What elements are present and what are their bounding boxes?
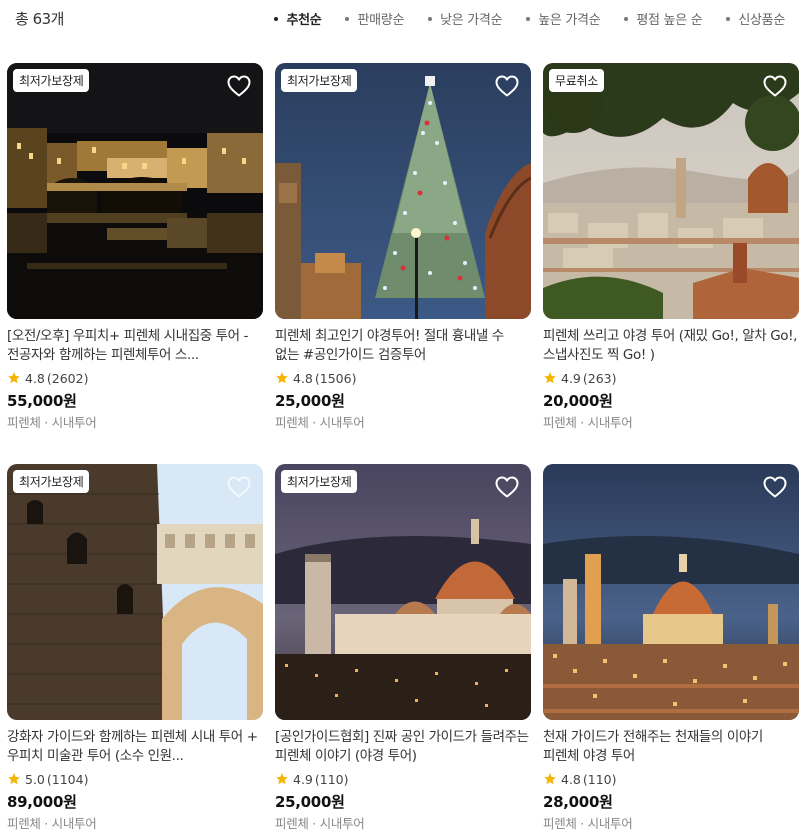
rating-value: 4.8: [25, 370, 45, 386]
review-count: (110): [582, 771, 617, 787]
results-toolbar: 총 63개 추천순 판매량순 낮은 가격순 높은 가격순 평점 높은 순 신상품…: [0, 0, 805, 38]
rating-value: 4.8: [293, 370, 313, 386]
product-location: 피렌체 · 시내투어: [7, 816, 97, 831]
product-card[interactable]: 최저가보장제 [오전/오후] 우피치+ 피렌체 시내집중 투어 -전공자와 함께…: [7, 63, 263, 431]
product-location: 피렌체 · 시내투어: [7, 415, 97, 430]
heart-icon[interactable]: [227, 75, 251, 97]
product-price: 20,000원: [543, 392, 613, 410]
duomo-dusk-image: [275, 464, 531, 720]
bullet-icon: [274, 16, 279, 21]
product-title[interactable]: 천재 가이드가 전해주는 천재들의 이야기 피렌체 야경 투어: [543, 728, 799, 766]
review-count: (263): [582, 370, 617, 386]
review-count: (1104): [46, 771, 89, 787]
product-rating: 5.0 (1104): [7, 770, 263, 788]
product-title[interactable]: 피렌체 쓰리고 야경 투어 (재밌 Go!, 알차 Go!, 스냅사진도 찍 G…: [543, 327, 799, 365]
heart-icon[interactable]: [227, 476, 251, 498]
bullet-icon: [726, 16, 731, 21]
bullet-icon: [624, 16, 629, 21]
product-rating: 4.9 (110): [275, 770, 531, 788]
heart-icon[interactable]: [495, 75, 519, 97]
product-price: 89,000원: [7, 793, 77, 811]
sort-rating[interactable]: 평점 높은 순: [624, 9, 703, 28]
christmas-tree-duomo-image: [275, 63, 531, 319]
heart-icon[interactable]: [763, 476, 787, 498]
badge-lowest-price: 최저가보장제: [13, 69, 90, 92]
product-card[interactable]: 최저가보장제 [공인가이드협회] 진짜 공인 가이드가 들려주는 피렌체 이야기…: [275, 464, 531, 831]
product-card[interactable]: 최저가보장제 강화자 가이드와 함께하는 피렌체 시내 투어 + 우피치 미술관…: [7, 464, 263, 831]
bullet-icon: [345, 16, 350, 21]
star-icon: [7, 772, 21, 786]
heart-icon[interactable]: [495, 476, 519, 498]
heart-icon[interactable]: [763, 75, 787, 97]
sort-price-low[interactable]: 낮은 가격순: [428, 9, 503, 28]
product-title[interactable]: [공인가이드협회] 진짜 공인 가이드가 들려주는 피렌체 이야기 (야경 투어…: [275, 728, 531, 766]
product-image[interactable]: 최저가보장제: [275, 63, 531, 319]
product-location: 피렌체 · 시내투어: [543, 816, 633, 831]
florence-panorama-image: [543, 63, 799, 319]
rating-value: 4.9: [561, 370, 581, 386]
product-image[interactable]: 최저가보장제: [275, 464, 531, 720]
product-price: 25,000원: [275, 392, 345, 410]
vasari-corridor-image: [7, 464, 263, 720]
star-icon: [543, 371, 557, 385]
star-icon: [275, 371, 289, 385]
badge-lowest-price: 최저가보장제: [281, 470, 358, 493]
duomo-night-city-image: [543, 464, 799, 720]
product-rating: 4.8 (1506): [275, 369, 531, 387]
sort-recommended[interactable]: 추천순: [274, 9, 322, 28]
sort-price-high[interactable]: 높은 가격순: [526, 9, 601, 28]
product-title[interactable]: [오전/오후] 우피치+ 피렌체 시내집중 투어 -전공자와 함께하는 피렌체투…: [7, 327, 263, 365]
product-location: 피렌체 · 시내투어: [275, 415, 365, 430]
product-card[interactable]: 천재 가이드가 전해주는 천재들의 이야기 피렌체 야경 투어 4.8 (110…: [543, 464, 799, 831]
rating-value: 4.8: [561, 771, 581, 787]
product-image[interactable]: 무료취소: [543, 63, 799, 319]
product-rating: 4.9 (263): [543, 369, 799, 387]
product-price: 55,000원: [7, 392, 77, 410]
review-count: (1506): [314, 370, 357, 386]
product-image[interactable]: [543, 464, 799, 720]
ponte-vecchio-night-image: [7, 63, 263, 319]
product-price: 25,000원: [275, 793, 345, 811]
badge-lowest-price: 최저가보장제: [281, 69, 358, 92]
product-location: 피렌체 · 시내투어: [275, 816, 365, 831]
product-title[interactable]: 강화자 가이드와 함께하는 피렌체 시내 투어 + 우피치 미술관 투어 (소수…: [7, 728, 263, 766]
sort-options: 추천순 판매량순 낮은 가격순 높은 가격순 평점 높은 순 신상품순: [250, 9, 785, 28]
rating-value: 4.9: [293, 771, 313, 787]
product-title[interactable]: 피렌체 최고인기 야경투어! 절대 흉내낼 수 없는 #공인가이드 검증투어: [275, 327, 531, 365]
product-image[interactable]: 최저가보장제: [7, 63, 263, 319]
product-location: 피렌체 · 시내투어: [543, 415, 633, 430]
star-icon: [543, 772, 557, 786]
product-rating: 4.8 (2602): [7, 369, 263, 387]
star-icon: [7, 371, 21, 385]
product-rating: 4.8 (110): [543, 770, 799, 788]
sort-sales[interactable]: 판매량순: [345, 9, 404, 28]
product-price: 28,000원: [543, 793, 613, 811]
badge-free-cancel: 무료취소: [549, 69, 604, 92]
product-card[interactable]: 최저가보장제 피렌체 최고인기 야경투어! 절대 흉내낼 수 없는 #공인가이드…: [275, 63, 531, 431]
result-count: 총 63개: [15, 10, 64, 28]
sort-newest[interactable]: 신상품순: [726, 9, 785, 28]
product-card[interactable]: 무료취소 피렌체 쓰리고 야경 투어 (재밌 Go!, 알차 Go!, 스냅사진…: [543, 63, 799, 431]
rating-value: 5.0: [25, 771, 45, 787]
bullet-icon: [526, 16, 531, 21]
bullet-icon: [428, 16, 433, 21]
badge-lowest-price: 최저가보장제: [13, 470, 90, 493]
star-icon: [275, 772, 289, 786]
review-count: (110): [314, 771, 349, 787]
product-image[interactable]: 최저가보장제: [7, 464, 263, 720]
review-count: (2602): [46, 370, 89, 386]
